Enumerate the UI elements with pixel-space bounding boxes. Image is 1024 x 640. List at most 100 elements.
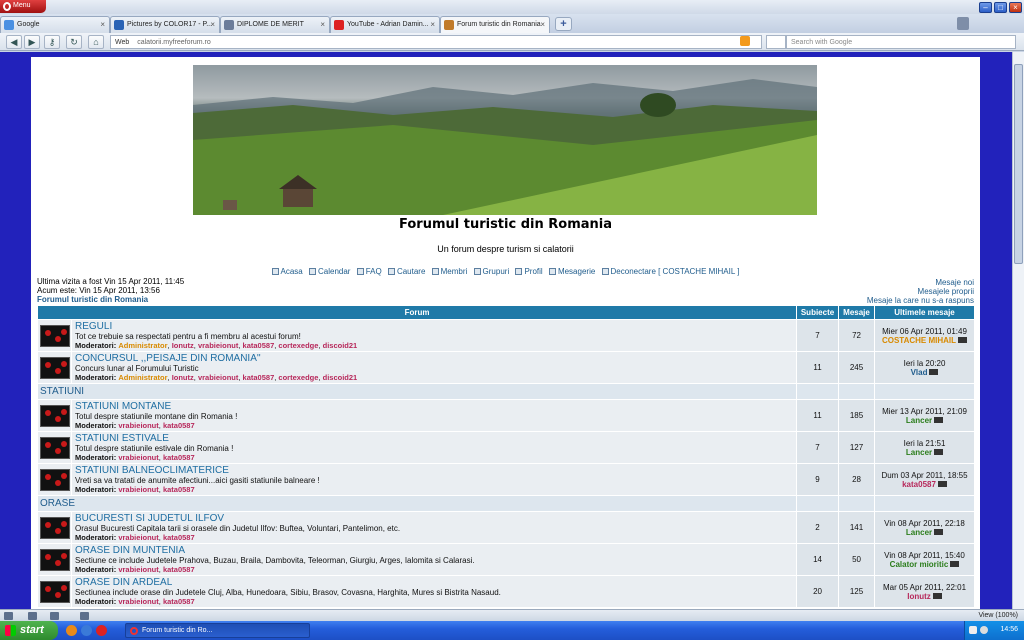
minimize-button[interactable]: – xyxy=(979,2,992,13)
moderator-link[interactable]: kata0587 xyxy=(163,453,195,462)
forum-name-link[interactable]: ORASE DIN MUNTENIA xyxy=(75,545,793,556)
forum-name-link[interactable]: REGULI xyxy=(75,321,793,332)
goto-last-post-icon[interactable] xyxy=(934,416,944,423)
nav-deconectare[interactable]: Deconectare [ COSTACHE MIHAIL ] xyxy=(601,267,739,276)
goto-last-post-icon[interactable] xyxy=(950,560,960,567)
vertical-scrollbar[interactable] xyxy=(1012,52,1024,609)
tab-youtube[interactable]: YouTube - Adrian Damin... × xyxy=(330,16,440,33)
unanswered-posts-link[interactable]: Mesaje la care nu s-a raspuns xyxy=(867,296,974,305)
moderator-link[interactable]: Administrator xyxy=(118,373,167,382)
forward-button[interactable]: ▶ xyxy=(24,35,40,49)
maximize-button[interactable]: □ xyxy=(994,2,1007,13)
last-poster-link[interactable]: Lancer xyxy=(906,448,932,457)
goto-last-post-icon[interactable] xyxy=(932,592,942,599)
rss-feed-icon[interactable] xyxy=(740,36,750,46)
last-poster-link[interactable]: Lancer xyxy=(906,416,932,425)
goto-last-post-icon[interactable] xyxy=(929,368,939,375)
search-input[interactable]: Search with Google xyxy=(786,35,1016,49)
forum-name-link[interactable]: STATIUNI BALNEOCLIMATERICE xyxy=(75,465,793,476)
moderator-link[interactable]: kata0587 xyxy=(163,485,195,494)
close-tab-icon[interactable]: × xyxy=(540,20,545,29)
last-poster-link[interactable]: COSTACHE MIHAIL xyxy=(882,336,956,345)
moderator-link[interactable]: kata0587 xyxy=(163,421,195,430)
moderator-link[interactable]: Administrator xyxy=(118,341,167,350)
last-poster-link[interactable]: Ionutz xyxy=(907,592,931,601)
last-poster-link[interactable]: Calator mioritic xyxy=(890,560,949,569)
close-tab-icon[interactable]: × xyxy=(100,20,105,29)
moderator-link[interactable]: discoid21 xyxy=(323,373,358,382)
panel-toggle-icon[interactable] xyxy=(4,612,13,620)
nav-acasa[interactable]: Acasa xyxy=(271,267,303,276)
volume-icon[interactable] xyxy=(980,626,988,634)
zoom-level[interactable]: View (100%) xyxy=(978,612,1018,619)
close-tab-icon[interactable]: × xyxy=(210,20,215,29)
forum-name-link[interactable]: CONCURSUL ,,PEISAJE DIN ROMANIA'' xyxy=(75,353,793,364)
taskbar-item-forum[interactable]: Forum turistic din Ro... xyxy=(125,623,310,638)
last-poster-link[interactable]: kata0587 xyxy=(902,480,936,489)
tab-forum-active[interactable]: Forum turistic din Romania × xyxy=(440,16,550,33)
moderator-link[interactable]: vrabieionut xyxy=(118,533,158,542)
forum-name-link[interactable]: STATIUNI MONTANE xyxy=(75,401,793,412)
address-field[interactable]: Web calatorii.myfreeforum.ro xyxy=(110,35,762,49)
goto-last-post-icon[interactable] xyxy=(934,528,944,535)
moderator-link[interactable]: kata0587 xyxy=(243,373,275,382)
home-button[interactable]: ⌂ xyxy=(88,35,104,49)
goto-last-post-icon[interactable] xyxy=(958,336,968,343)
goto-last-post-icon[interactable] xyxy=(934,448,944,455)
moderator-link[interactable]: Ionutz xyxy=(172,341,194,350)
last-poster-link[interactable]: Vlad xyxy=(911,368,928,377)
nav-cautare[interactable]: Cautare xyxy=(387,267,425,276)
moderator-link[interactable]: vrabieionut xyxy=(198,341,238,350)
goto-last-post-icon[interactable] xyxy=(937,480,947,487)
network-icon[interactable] xyxy=(969,626,977,634)
breadcrumb[interactable]: Forumul turistic din Romania xyxy=(37,295,148,304)
scrollbar-thumb[interactable] xyxy=(1014,64,1023,264)
moderator-link[interactable]: kata0587 xyxy=(163,565,195,574)
moderator-link[interactable]: cortexedge xyxy=(278,373,318,382)
moderator-link[interactable]: vrabieionut xyxy=(118,565,158,574)
moderator-link[interactable]: Ionutz xyxy=(172,373,194,382)
own-posts-link[interactable]: Mesajele proprii xyxy=(867,287,974,296)
tab-pictures[interactable]: Pictures by COLOR17 - P... × xyxy=(110,16,220,33)
back-button[interactable]: ◀ xyxy=(6,35,22,49)
nav-calendar[interactable]: Calendar xyxy=(308,267,350,276)
moderator-link[interactable]: discoid21 xyxy=(323,341,358,350)
firefox-icon[interactable] xyxy=(66,625,77,636)
turbo-icon[interactable] xyxy=(28,612,37,620)
category-name[interactable]: STATIUNI xyxy=(38,386,84,397)
nav-membri[interactable]: Membri xyxy=(431,267,467,276)
new-posts-link[interactable]: Mesaje noi xyxy=(867,278,974,287)
moderator-link[interactable]: kata0587 xyxy=(163,597,195,606)
last-poster-link[interactable]: Lancer xyxy=(906,528,932,537)
nav-profil[interactable]: Profil xyxy=(515,267,543,276)
new-tab-button[interactable]: + xyxy=(555,17,572,31)
moderator-link[interactable]: cortexedge xyxy=(278,341,318,350)
opera-icon[interactable] xyxy=(96,625,107,636)
close-tab-icon[interactable]: × xyxy=(430,20,435,29)
category-name[interactable]: ORASE xyxy=(38,498,75,509)
close-window-button[interactable]: × xyxy=(1009,2,1022,13)
moderator-link[interactable]: kata0587 xyxy=(243,341,275,350)
internet-explorer-icon[interactable] xyxy=(81,625,92,636)
moderator-link[interactable]: vrabieionut xyxy=(198,373,238,382)
moderator-link[interactable]: vrabieionut xyxy=(118,597,158,606)
moderator-link[interactable]: vrabieionut xyxy=(118,485,158,494)
nav-mesagerie[interactable]: Mesagerie xyxy=(548,267,595,276)
nav-faq[interactable]: FAQ xyxy=(356,267,382,276)
reload-button[interactable]: ↻ xyxy=(66,35,82,49)
start-button[interactable]: start xyxy=(0,621,58,640)
tab-google[interactable]: Google × xyxy=(0,16,110,33)
tab-diplome[interactable]: DIPLOME DE MERIT × xyxy=(220,16,330,33)
forum-name-link[interactable]: ORASE DIN ARDEAL xyxy=(75,577,793,588)
search-engine-selector[interactable] xyxy=(766,35,786,49)
forum-name-link[interactable]: STATIUNI ESTIVALE xyxy=(75,433,793,444)
wand-key-icon[interactable]: ⚷ xyxy=(44,35,60,49)
moderator-link[interactable]: kata0587 xyxy=(163,533,195,542)
unite-icon[interactable] xyxy=(50,612,59,620)
forum-name-link[interactable]: BUCURESTI SI JUDETUL ILFOV xyxy=(75,513,793,524)
close-tab-icon[interactable]: × xyxy=(320,20,325,29)
moderator-link[interactable]: vrabieionut xyxy=(118,421,158,430)
trash-can-icon[interactable] xyxy=(957,17,969,30)
nav-grupuri[interactable]: Grupuri xyxy=(473,267,509,276)
moderator-link[interactable]: vrabieionut xyxy=(118,453,158,462)
